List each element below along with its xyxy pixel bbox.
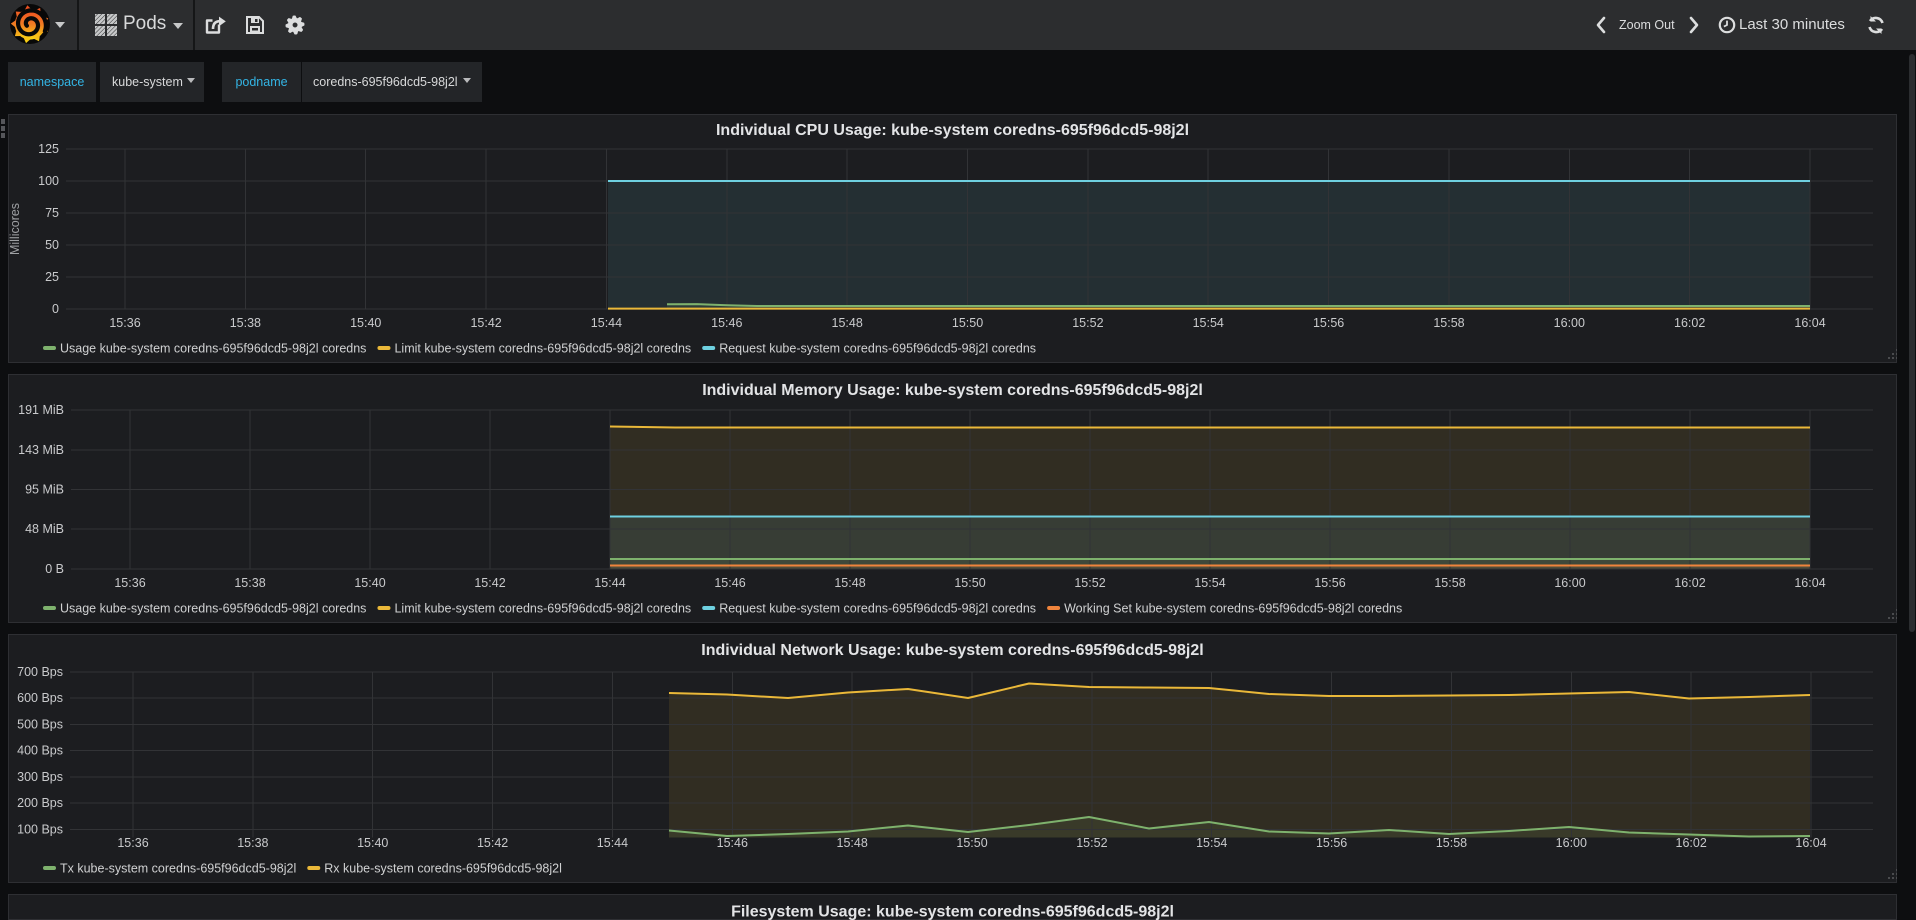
svg-text:Usage kube-system coredns-695f: Usage kube-system coredns-695f96dcd5-98j… [60,602,366,616]
svg-text:200 Bps: 200 Bps [17,796,63,810]
svg-text:16:02: 16:02 [1674,576,1705,590]
svg-text:15:36: 15:36 [114,576,145,590]
svg-text:15:36: 15:36 [117,836,148,850]
svg-text:16:00: 16:00 [1554,576,1585,590]
svg-text:700 Bps: 700 Bps [17,665,63,679]
svg-text:15:42: 15:42 [470,316,501,330]
svg-text:15:44: 15:44 [594,576,625,590]
svg-text:300 Bps: 300 Bps [17,770,63,784]
svg-text:0 B: 0 B [45,562,64,576]
svg-text:16:02: 16:02 [1676,836,1707,850]
svg-text:15:52: 15:52 [1076,836,1107,850]
svg-text:15:52: 15:52 [1074,576,1105,590]
svg-text:Filesystem Usage: kube-system: Filesystem Usage: kube-system coredns-69… [731,904,1174,920]
svg-text:Limit kube-system coredns-695f: Limit kube-system coredns-695f96dcd5-98j… [394,602,691,616]
svg-text:100: 100 [38,174,59,188]
svg-text:50: 50 [45,238,59,252]
svg-text:15:50: 15:50 [954,576,985,590]
svg-text:15:56: 15:56 [1313,316,1344,330]
svg-text:Request kube-system coredns-69: Request kube-system coredns-695f96dcd5-9… [719,342,1036,356]
svg-text:Tx kube-system coredns-695f96d: Tx kube-system coredns-695f96dcd5-98j2l [60,862,296,876]
svg-text:16:02: 16:02 [1674,316,1705,330]
svg-text:16:00: 16:00 [1554,316,1585,330]
svg-text:15:36: 15:36 [109,316,140,330]
svg-text:0: 0 [52,302,59,316]
svg-text:Individual Network Usage: kube: Individual Network Usage: kube-system co… [701,642,1203,659]
svg-text:48 MiB: 48 MiB [25,522,64,536]
svg-text:15:58: 15:58 [1433,316,1464,330]
svg-text:16:04: 16:04 [1794,316,1825,330]
svg-text:191 MiB: 191 MiB [18,403,64,417]
svg-text:Limit kube-system coredns-695f: Limit kube-system coredns-695f96dcd5-98j… [394,342,691,356]
svg-text:15:48: 15:48 [834,576,865,590]
svg-text:15:48: 15:48 [832,316,863,330]
svg-text:16:00: 16:00 [1556,836,1587,850]
svg-text:15:50: 15:50 [956,836,987,850]
svg-text:15:58: 15:58 [1436,836,1467,850]
svg-text:15:56: 15:56 [1314,576,1345,590]
svg-text:15:44: 15:44 [597,836,628,850]
svg-text:Individual Memory Usage: kube-: Individual Memory Usage: kube-system cor… [702,382,1203,399]
svg-text:15:48: 15:48 [837,836,868,850]
svg-text:Rx kube-system coredns-695f96d: Rx kube-system coredns-695f96dcd5-98j2l [324,862,562,876]
svg-text:100 Bps: 100 Bps [17,822,63,836]
svg-text:16:04: 16:04 [1795,836,1826,850]
svg-text:Working Set kube-system coredn: Working Set kube-system coredns-695f96dc… [1064,602,1402,616]
svg-text:15:40: 15:40 [354,576,385,590]
svg-text:15:42: 15:42 [474,576,505,590]
svg-text:95 MiB: 95 MiB [25,483,64,497]
svg-text:16:04: 16:04 [1794,576,1825,590]
svg-text:15:54: 15:54 [1196,836,1227,850]
svg-text:15:46: 15:46 [717,836,748,850]
svg-text:15:54: 15:54 [1194,576,1225,590]
svg-text:15:46: 15:46 [711,316,742,330]
svg-text:Request kube-system coredns-69: Request kube-system coredns-695f96dcd5-9… [719,602,1036,616]
svg-text:400 Bps: 400 Bps [17,744,63,758]
svg-text:15:42: 15:42 [477,836,508,850]
svg-text:15:38: 15:38 [237,836,268,850]
svg-text:15:46: 15:46 [714,576,745,590]
svg-text:15:54: 15:54 [1193,316,1224,330]
svg-text:75: 75 [45,206,59,220]
svg-text:Millicores: Millicores [8,203,22,255]
svg-text:Usage kube-system coredns-695f: Usage kube-system coredns-695f96dcd5-98j… [60,342,366,356]
svg-text:15:58: 15:58 [1434,576,1465,590]
svg-text:125: 125 [38,142,59,156]
svg-text:Individual CPU Usage: kube-sys: Individual CPU Usage: kube-system coredn… [716,122,1189,139]
svg-text:15:40: 15:40 [350,316,381,330]
svg-text:15:56: 15:56 [1316,836,1347,850]
svg-text:600 Bps: 600 Bps [17,691,63,705]
svg-text:15:44: 15:44 [591,316,622,330]
svg-text:15:40: 15:40 [357,836,388,850]
svg-text:15:38: 15:38 [230,316,261,330]
svg-text:143 MiB: 143 MiB [18,443,64,457]
svg-text:15:52: 15:52 [1072,316,1103,330]
svg-text:15:38: 15:38 [234,576,265,590]
svg-text:15:50: 15:50 [952,316,983,330]
svg-text:500 Bps: 500 Bps [17,717,63,731]
svg-text:25: 25 [45,270,59,284]
